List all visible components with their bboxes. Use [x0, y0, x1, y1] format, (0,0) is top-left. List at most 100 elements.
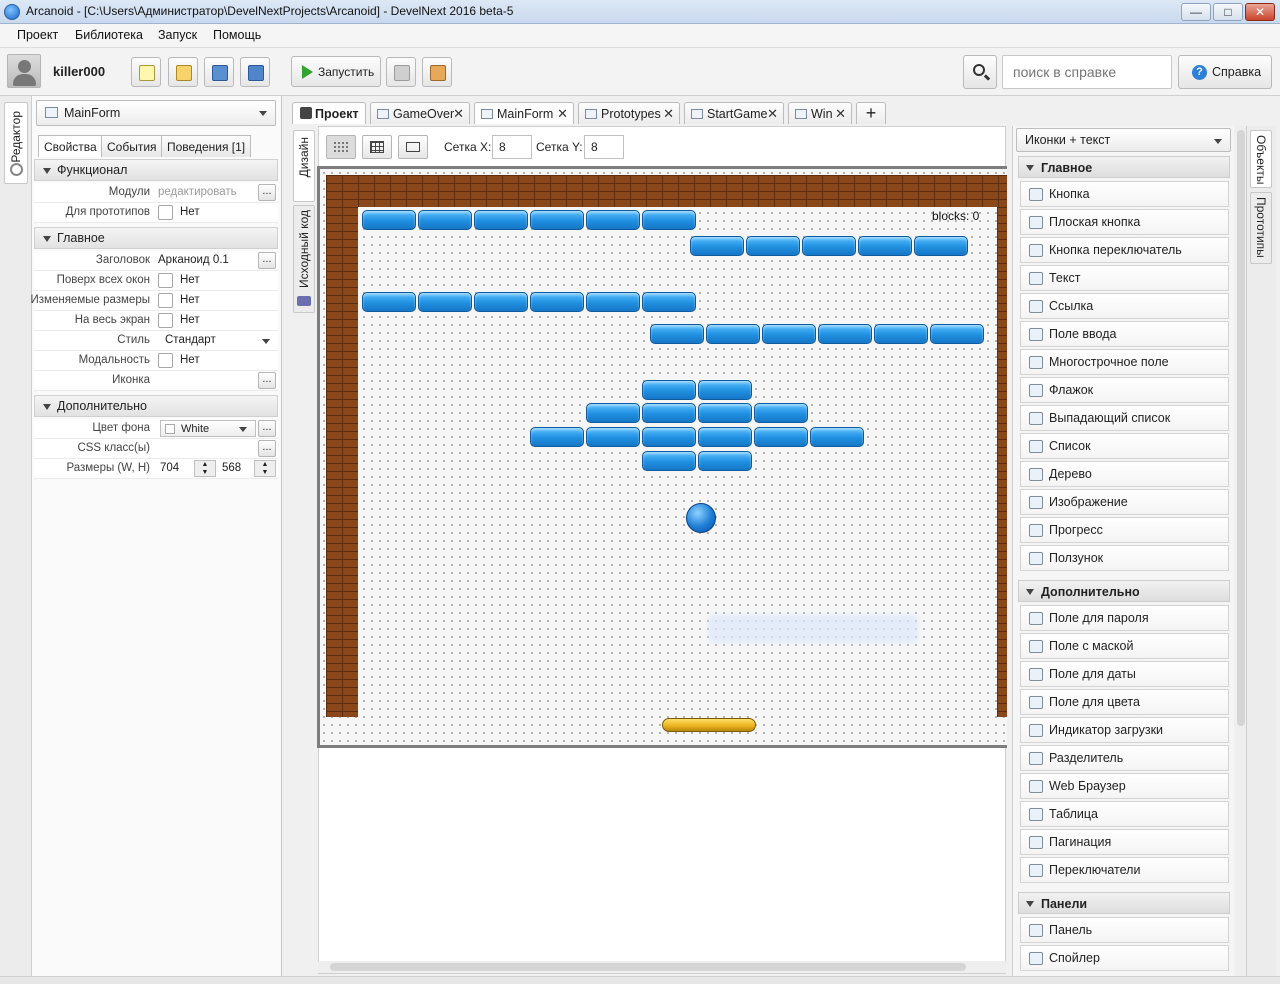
- editor-side-tab[interactable]: Редактор: [4, 102, 28, 184]
- brick[interactable]: [530, 427, 584, 447]
- palette-item[interactable]: Поле для пароля: [1020, 605, 1229, 631]
- close-button[interactable]: ✕: [1245, 3, 1275, 21]
- source-side-tab[interactable]: Исходный код: [293, 205, 315, 313]
- tab-behaviours[interactable]: Поведения [1]: [161, 135, 252, 157]
- palette-scroll-thumb[interactable]: [1237, 130, 1245, 726]
- palette-item[interactable]: Разделитель: [1020, 745, 1229, 771]
- height-stepper[interactable]: 568: [222, 462, 241, 474]
- paddle[interactable]: [662, 718, 756, 732]
- grid-lines-toggle[interactable]: [362, 135, 392, 159]
- brick[interactable]: [698, 451, 752, 471]
- brick[interactable]: [642, 210, 696, 230]
- palette-item[interactable]: Многострочное поле: [1020, 349, 1229, 375]
- horizontal-scroll-thumb[interactable]: [330, 963, 966, 971]
- prototypes-checkbox[interactable]: [158, 205, 173, 220]
- palette-item[interactable]: Индикатор загрузки: [1020, 717, 1229, 743]
- close-tab-icon[interactable]: ✕: [663, 106, 674, 122]
- palette-item[interactable]: Панель: [1020, 917, 1229, 943]
- bg-color-select[interactable]: White: [160, 420, 256, 437]
- palette-item[interactable]: Таблица: [1020, 801, 1229, 827]
- brick[interactable]: [698, 403, 752, 423]
- brick[interactable]: [418, 210, 472, 230]
- palette-section[interactable]: Панели: [1018, 892, 1230, 914]
- brick[interactable]: [642, 292, 696, 312]
- stop-button[interactable]: [386, 57, 416, 87]
- palette-item[interactable]: Выпадающий список: [1020, 405, 1229, 431]
- menu-run[interactable]: Запуск: [158, 28, 197, 42]
- help-search-input[interactable]: [1002, 55, 1172, 89]
- tab-win[interactable]: Win ✕: [788, 102, 852, 124]
- save-as-button[interactable]: [240, 57, 270, 87]
- section-extra[interactable]: Дополнительно: [34, 395, 278, 417]
- palette-item[interactable]: Текст: [1020, 265, 1229, 291]
- brick[interactable]: [586, 210, 640, 230]
- left-wall[interactable]: [326, 207, 358, 717]
- minimize-button[interactable]: —: [1181, 3, 1211, 21]
- open-project-button[interactable]: [168, 57, 198, 87]
- always-on-top-checkbox[interactable]: [158, 273, 173, 288]
- tab-properties[interactable]: Свойства: [38, 135, 103, 157]
- width-stepper-arrows[interactable]: ▲ ▼: [194, 460, 216, 477]
- brick[interactable]: [858, 236, 912, 256]
- palette-item[interactable]: Ползунок: [1020, 545, 1229, 571]
- menu-project[interactable]: Проект: [17, 28, 58, 42]
- brick[interactable]: [586, 427, 640, 447]
- brick[interactable]: [650, 324, 704, 344]
- top-wall[interactable]: [326, 175, 1007, 207]
- modules-edit-button[interactable]: ...: [258, 184, 276, 201]
- tab-gameover[interactable]: GameOver ✕: [370, 102, 470, 124]
- brick[interactable]: [706, 324, 760, 344]
- menu-help[interactable]: Помощь: [213, 28, 261, 42]
- brick[interactable]: [586, 292, 640, 312]
- width-stepper[interactable]: 704: [160, 462, 179, 474]
- brick[interactable]: [762, 324, 816, 344]
- help-button[interactable]: ? Справка: [1178, 55, 1272, 89]
- avatar[interactable]: [7, 54, 41, 88]
- brick[interactable]: [474, 210, 528, 230]
- brick[interactable]: [818, 324, 872, 344]
- resizable-checkbox[interactable]: [158, 293, 173, 308]
- palette-item[interactable]: Кнопка переключатель: [1020, 237, 1229, 263]
- palette-view-select[interactable]: Иконки + текст: [1016, 128, 1231, 152]
- style-select[interactable]: Стандарт: [165, 334, 216, 346]
- maximize-button[interactable]: □: [1213, 3, 1243, 21]
- palette-item[interactable]: Спойлер: [1020, 945, 1229, 971]
- brick[interactable]: [802, 236, 856, 256]
- brick[interactable]: [754, 403, 808, 423]
- brick[interactable]: [930, 324, 984, 344]
- tab-project[interactable]: Проект: [292, 102, 366, 124]
- tab-events[interactable]: События: [101, 135, 163, 157]
- build-button[interactable]: [422, 57, 452, 87]
- palette-item[interactable]: Прогресс: [1020, 517, 1229, 543]
- brick[interactable]: [642, 451, 696, 471]
- brick[interactable]: [810, 427, 864, 447]
- brick[interactable]: [418, 292, 472, 312]
- palette-item[interactable]: Переключатели: [1020, 857, 1229, 883]
- css-edit-button[interactable]: ...: [258, 440, 276, 457]
- brick[interactable]: [362, 292, 416, 312]
- no-grid-toggle[interactable]: [398, 135, 428, 159]
- brick[interactable]: [698, 380, 752, 400]
- bg-color-edit-button[interactable]: ...: [258, 420, 276, 437]
- height-stepper-arrows[interactable]: ▲ ▼: [254, 460, 276, 477]
- prototypes-side-tab[interactable]: Прототипы: [1250, 192, 1272, 264]
- palette-item[interactable]: Поле с маской: [1020, 633, 1229, 659]
- brick[interactable]: [362, 210, 416, 230]
- palette-item[interactable]: Поле для цвета: [1020, 689, 1229, 715]
- palette-item[interactable]: Web Браузер: [1020, 773, 1229, 799]
- brick[interactable]: [754, 427, 808, 447]
- close-tab-icon[interactable]: ✕: [557, 106, 568, 122]
- brick[interactable]: [530, 210, 584, 230]
- tab-startgame[interactable]: StartGame ✕: [684, 102, 784, 124]
- search-button[interactable]: [963, 55, 997, 89]
- menu-library[interactable]: Библиотека: [75, 28, 143, 42]
- brick[interactable]: [914, 236, 968, 256]
- palette-item[interactable]: Флажок: [1020, 377, 1229, 403]
- palette-section[interactable]: Дополнительно: [1018, 580, 1230, 602]
- brick[interactable]: [586, 403, 640, 423]
- brick[interactable]: [874, 324, 928, 344]
- brick[interactable]: [698, 427, 752, 447]
- fullscreen-checkbox[interactable]: [158, 313, 173, 328]
- close-tab-icon[interactable]: ✕: [835, 106, 846, 122]
- palette-item[interactable]: Ссылка: [1020, 293, 1229, 319]
